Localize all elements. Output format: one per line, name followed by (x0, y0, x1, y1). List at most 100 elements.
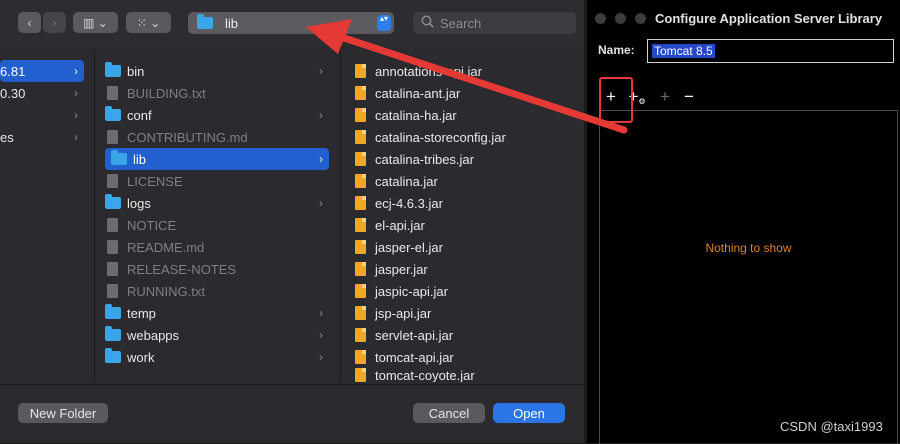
jar-file-icon (355, 350, 366, 364)
list-item[interactable]: README.md (105, 236, 329, 258)
list-item[interactable]: RELEASE-NOTES (105, 258, 329, 280)
list-item[interactable]: jsp-api.jar (353, 302, 431, 324)
jar-file-icon (355, 328, 366, 342)
list-item[interactable]: BUILDING.txt (105, 82, 329, 104)
column-tomcat: bin › BUILDING.txt conf › CONTRIBUTING.m… (95, 50, 341, 382)
list-item[interactable]: tomcat-coyote.jar (353, 368, 475, 382)
list-item[interactable]: catalina-storeconfig.jar (353, 126, 506, 148)
list-item[interactable]: RUNNING.txt (105, 280, 329, 302)
list-item[interactable]: jasper-el.jar (353, 236, 443, 258)
chevron-right-icon: › (319, 306, 323, 320)
search-icon (421, 15, 434, 31)
list-item[interactable]: › (0, 104, 84, 126)
list-item[interactable]: logs › (105, 192, 329, 214)
jar-file-icon (355, 368, 366, 382)
group-view-button[interactable]: ⁙ ⌄ (126, 12, 171, 33)
list-item[interactable]: el-api.jar (353, 214, 425, 236)
jar-file-icon (355, 218, 366, 232)
folder-icon (105, 348, 121, 363)
jar-file-icon (355, 108, 366, 122)
list-item[interactable]: LICENSE (105, 170, 329, 192)
watermark: CSDN @taxi1993 (780, 419, 883, 434)
list-item[interactable]: NOTICE (105, 214, 329, 236)
list-item[interactable]: ecj-4.6.3.jar (353, 192, 443, 214)
search-field[interactable]: Search (413, 12, 576, 34)
open-button[interactable]: Open (493, 403, 565, 423)
configure-library-dialog: Configure Application Server Library Nam… (587, 0, 900, 444)
chevron-right-icon: › (319, 108, 323, 122)
chevron-right-icon: › (74, 86, 78, 100)
list-item[interactable]: catalina-tribes.jar (353, 148, 474, 170)
grid-icon: ⁙ ⌄ (136, 15, 161, 30)
jar-file-icon (355, 130, 366, 144)
list-item[interactable]: jasper.jar (353, 258, 428, 280)
column-lib: annotations-api.jar catalina-ant.jar cat… (341, 50, 584, 382)
list-item[interactable]: catalina.jar (353, 170, 438, 192)
document-icon (107, 262, 118, 276)
jar-file-icon (355, 306, 366, 320)
remove-button[interactable]: − (679, 86, 699, 108)
column-browser: 6.81 › 0.30 › › es › bin › BUILDING.txt … (0, 50, 584, 382)
file-chooser-footer: New Folder Cancel Open (0, 384, 584, 443)
jar-file-icon (355, 152, 366, 166)
add-disabled-button[interactable]: + (655, 86, 675, 108)
list-item[interactable]: webapps › (105, 324, 329, 346)
name-label: Name: (598, 43, 635, 57)
folder-icon (105, 106, 121, 121)
chevron-right-icon: › (74, 130, 78, 144)
list-item[interactable]: conf › (105, 104, 329, 126)
empty-state-text: Nothing to show (705, 241, 792, 255)
list-item[interactable]: work › (105, 346, 329, 368)
list-item[interactable]: jaspic-api.jar (353, 280, 448, 302)
list-item[interactable]: catalina-ant.jar (353, 82, 460, 104)
dialog-title-bar: Configure Application Server Library (587, 0, 900, 34)
list-item[interactable]: temp › (105, 302, 329, 324)
list-item[interactable]: tomcat-api.jar (353, 346, 454, 368)
folder-icon (105, 304, 121, 319)
list-item[interactable]: lib › (105, 148, 329, 170)
file-chooser-toolbar: ‹ › ▥ ⌄ ⁙ ⌄ lib ▴▾ Search (0, 0, 584, 46)
list-item[interactable]: es › (0, 126, 84, 148)
updown-icon: ▴▾ (377, 15, 391, 31)
list-item[interactable]: 6.81 › (0, 60, 84, 82)
column-view-button[interactable]: ▥ ⌄ (73, 12, 118, 33)
jar-file-icon (355, 196, 366, 210)
search-placeholder: Search (440, 15, 482, 31)
list-item[interactable]: annotations-api.jar (353, 60, 482, 82)
plus-disabled-icon: + (660, 87, 670, 106)
chevron-right-icon: › (74, 108, 78, 122)
minimize-window-button[interactable] (615, 13, 626, 24)
list-item[interactable]: catalina-ha.jar (353, 104, 457, 126)
zoom-window-button[interactable] (635, 13, 646, 24)
name-input-value: Tomcat 8.5 (652, 44, 715, 58)
library-roots-list[interactable]: Nothing to show (599, 110, 898, 444)
forward-button[interactable]: › (43, 12, 66, 33)
list-item[interactable]: bin › (105, 60, 329, 82)
new-folder-button[interactable]: New Folder (18, 403, 108, 423)
jar-file-icon (355, 240, 366, 254)
document-icon (107, 174, 118, 188)
list-item[interactable]: servlet-api.jar (353, 324, 453, 346)
path-popup-label: lib (225, 15, 239, 31)
folder-icon (111, 150, 127, 165)
cancel-button[interactable]: Cancel (413, 403, 485, 423)
chevron-right-icon: › (319, 64, 323, 78)
path-popup[interactable]: lib ▴▾ (188, 12, 394, 34)
chevron-right-icon: › (319, 328, 323, 342)
document-icon (107, 218, 118, 232)
name-input[interactable]: Tomcat 8.5 (647, 39, 894, 63)
back-button[interactable]: ‹ (18, 12, 41, 33)
folder-icon (105, 326, 121, 341)
folder-icon (105, 194, 121, 209)
folder-icon (105, 62, 121, 77)
list-item[interactable]: 0.30 › (0, 82, 84, 104)
folder-icon (197, 14, 213, 29)
columns-icon: ▥ ⌄ (83, 15, 108, 30)
close-window-button[interactable] (595, 13, 606, 24)
chevron-right-icon: › (319, 152, 323, 166)
list-item[interactable]: CONTRIBUTING.md (105, 126, 329, 148)
column-parent: 6.81 › 0.30 › › es › (0, 50, 95, 382)
dialog-title: Configure Application Server Library (655, 11, 883, 26)
chevron-right-icon: › (52, 15, 57, 30)
annotation-highlight-box (599, 77, 633, 123)
